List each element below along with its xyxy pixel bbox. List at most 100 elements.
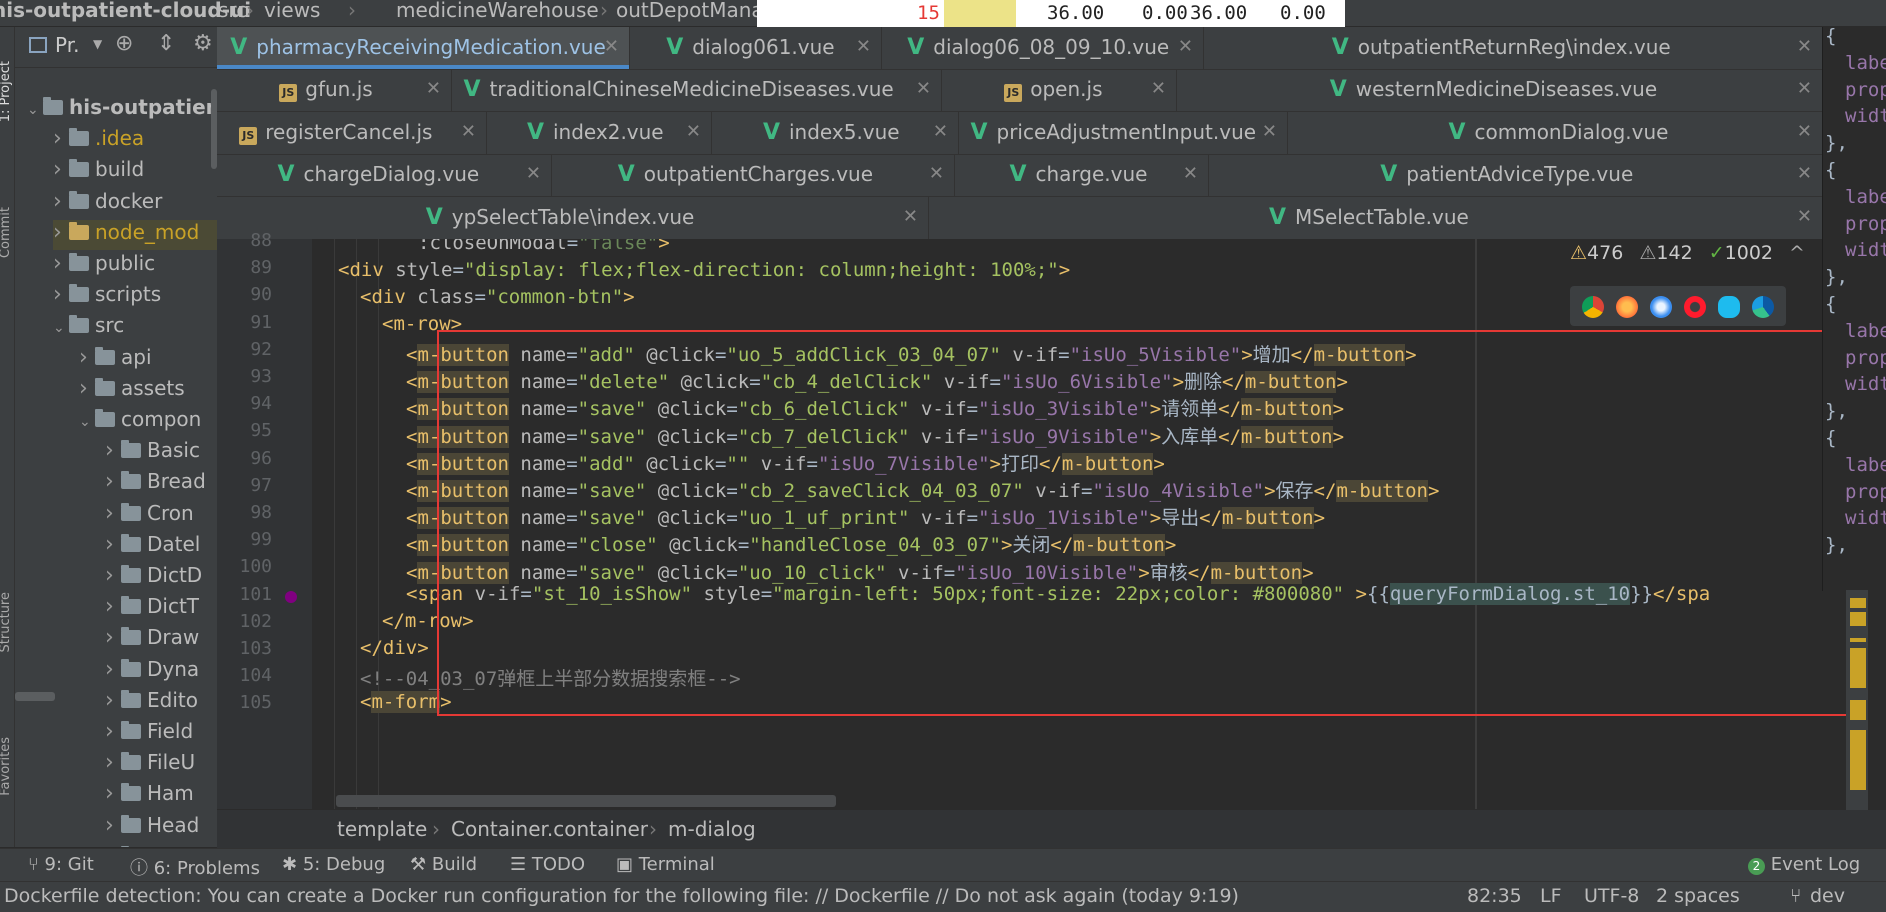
todo-tool[interactable]: ☰ TODO <box>510 854 585 875</box>
close-tab-icon[interactable]: ✕ <box>916 69 931 109</box>
dropdown-icon[interactable]: ▼ <box>93 37 102 51</box>
tree-item[interactable]: › Edito <box>105 688 198 718</box>
error-stripe[interactable] <box>1846 590 1868 810</box>
tree-item[interactable]: › Field <box>105 719 193 749</box>
chrome-icon[interactable] <box>1582 296 1604 318</box>
editor-tab[interactable]: V MSelectTable.vue ✕ <box>929 196 1823 239</box>
debug-tool[interactable]: ✱ 5: Debug <box>282 854 385 875</box>
chevron-right-icon[interactable]: › <box>105 719 121 744</box>
tree-item[interactable]: › Cron <box>105 501 194 531</box>
project-tool-tab[interactable]: 1: Project <box>0 61 13 122</box>
editor-tab[interactable]: VoutpatientCharges.vue ✕ <box>552 154 955 197</box>
editor-tab[interactable]: Vindex2.vue ✕ <box>487 111 712 154</box>
close-tab-icon[interactable]: ✕ <box>526 154 541 194</box>
chevron-down-icon[interactable]: ⌄ <box>27 102 43 118</box>
indent-setting[interactable]: 2 spaces <box>1656 885 1740 907</box>
chevron-right-icon[interactable]: › <box>105 469 121 494</box>
close-tab-icon[interactable]: ✕ <box>426 69 441 109</box>
build-tool[interactable]: ⚒ Build <box>410 854 477 875</box>
file-encoding[interactable]: UTF-8 <box>1584 885 1639 907</box>
tree-item[interactable]: › IconS <box>105 844 202 847</box>
editor-tab[interactable]: VypSelectTable\index.vue ✕ <box>217 196 929 239</box>
chevron-right-icon[interactable]: › <box>105 438 121 463</box>
chevron-right-icon[interactable]: › <box>105 532 121 557</box>
chevron-right-icon[interactable]: › <box>105 563 121 588</box>
tree-item[interactable]: › .idea <box>53 126 144 156</box>
chevron-right-icon[interactable]: › <box>105 594 121 619</box>
editor-tab[interactable]: JS gfun.js ✕ <box>217 69 452 112</box>
editor-tab[interactable]: VpriceAdjustmentInput.vue ✕ <box>959 111 1288 154</box>
close-tab-icon[interactable]: ✕ <box>604 27 619 67</box>
inspection-widget[interactable]: ⚠476 ⚠142 ✓1002 ^ <box>1570 242 1805 264</box>
editor-tab[interactable]: Vcharge.vue ✕ <box>955 154 1209 197</box>
tree-item[interactable]: › build <box>53 157 144 187</box>
close-tab-icon[interactable]: ✕ <box>1797 197 1812 237</box>
close-tab-icon[interactable]: ✕ <box>1178 27 1193 67</box>
chevron-right-icon[interactable]: › <box>53 220 69 245</box>
tree-item[interactable]: › Head <box>105 813 199 843</box>
close-tab-icon[interactable]: ✕ <box>1797 27 1812 67</box>
marker[interactable] <box>1850 638 1866 642</box>
locate-icon[interactable]: ⊕ <box>115 31 133 56</box>
close-tab-icon[interactable]: ✕ <box>1797 112 1812 152</box>
editor-tab[interactable]: VpatientAdviceType.vue ✕ <box>1209 154 1823 197</box>
chevron-right-icon[interactable]: › <box>105 844 121 847</box>
editor-tab[interactable]: JS open.js ✕ <box>942 69 1177 112</box>
chevron-right-icon[interactable]: › <box>105 657 121 682</box>
close-tab-icon[interactable]: ✕ <box>856 27 871 67</box>
editor-tab[interactable]: VwesternMedicineDiseases.vue ✕ <box>1177 69 1823 112</box>
chevron-down-icon[interactable]: ⌄ <box>53 320 69 336</box>
close-tab-icon[interactable]: ✕ <box>929 154 944 194</box>
event-log-tool[interactable]: 2 Event Log <box>1748 854 1860 875</box>
tree-item[interactable]: ⌄ compon <box>79 407 201 437</box>
split-editor-right[interactable]: {labe prop widt}, {labe prop widt}, {labe prop w… <box>1822 27 1886 591</box>
chevron-right-icon[interactable]: › <box>79 345 95 370</box>
terminal-tool[interactable]: ▣ Terminal <box>616 854 715 875</box>
marker[interactable] <box>1850 730 1866 790</box>
editor-tab[interactable]: VoutpatientReturnReg\index.vue ✕ <box>1204 27 1823 69</box>
settings-icon[interactable]: ⚙ <box>193 31 213 56</box>
editor-tab[interactable]: VchargeDialog.vue ✕ <box>217 154 552 197</box>
git-branch[interactable]: dev <box>1810 885 1845 907</box>
close-tab-icon[interactable]: ✕ <box>1262 112 1277 152</box>
line-separator[interactable]: LF <box>1540 885 1562 907</box>
chevron-right-icon[interactable]: › <box>105 781 121 806</box>
chevron-right-icon[interactable]: › <box>105 750 121 775</box>
project-view-selector[interactable]: Pr. <box>55 33 79 57</box>
project-hscrollbar[interactable] <box>15 692 55 701</box>
chevron-right-icon[interactable]: › <box>53 282 69 307</box>
tree-item[interactable]: ⌄ src <box>53 313 124 343</box>
close-tab-icon[interactable]: ✕ <box>933 112 948 152</box>
ie-icon[interactable] <box>1718 296 1740 318</box>
status-message[interactable]: Dockerfile detection: You can create a D… <box>4 885 1239 907</box>
close-tab-icon[interactable]: ✕ <box>686 112 701 152</box>
commit-tool-tab[interactable]: Commit <box>0 207 13 258</box>
tree-item[interactable]: › api <box>79 345 152 375</box>
tree-item[interactable]: › DictD <box>105 563 202 593</box>
firefox-icon[interactable] <box>1616 296 1638 318</box>
crumb-medicinewarehouse[interactable]: medicineWarehouse <box>396 0 599 22</box>
edge-icon[interactable] <box>1752 296 1774 318</box>
chevron-right-icon[interactable]: › <box>105 625 121 650</box>
crumb-container[interactable]: Container.container <box>451 817 648 841</box>
tree-item[interactable]: › Basic <box>105 438 200 468</box>
opera-icon[interactable] <box>1684 296 1706 318</box>
tree-item[interactable]: › docker <box>53 189 162 219</box>
close-tab-icon[interactable]: ✕ <box>1151 69 1166 109</box>
chevron-right-icon[interactable]: › <box>53 189 69 214</box>
chevron-right-icon[interactable]: › <box>79 376 95 401</box>
chevron-down-icon[interactable]: ⌄ <box>79 414 95 430</box>
marker[interactable] <box>1850 700 1866 720</box>
marker[interactable] <box>1850 598 1866 608</box>
structure-tool-tab[interactable]: Structure <box>0 592 13 652</box>
chevron-right-icon[interactable]: › <box>53 126 69 151</box>
crumb-project[interactable]: his-outpatient-cloud-ui <box>0 0 251 22</box>
close-tab-icon[interactable]: ✕ <box>1797 69 1812 109</box>
editor-tab[interactable]: VcommonDialog.vue ✕ <box>1288 111 1823 154</box>
chevron-right-icon[interactable]: › <box>53 157 69 182</box>
collapse-all-icon[interactable]: ⇕ <box>157 31 175 56</box>
tree-item[interactable]: › Ham <box>105 781 194 811</box>
tree-item[interactable]: › FileU <box>105 750 195 780</box>
problems-tool[interactable]: ⓘ 6: Problems <box>130 854 260 880</box>
chevron-right-icon[interactable]: › <box>105 688 121 713</box>
